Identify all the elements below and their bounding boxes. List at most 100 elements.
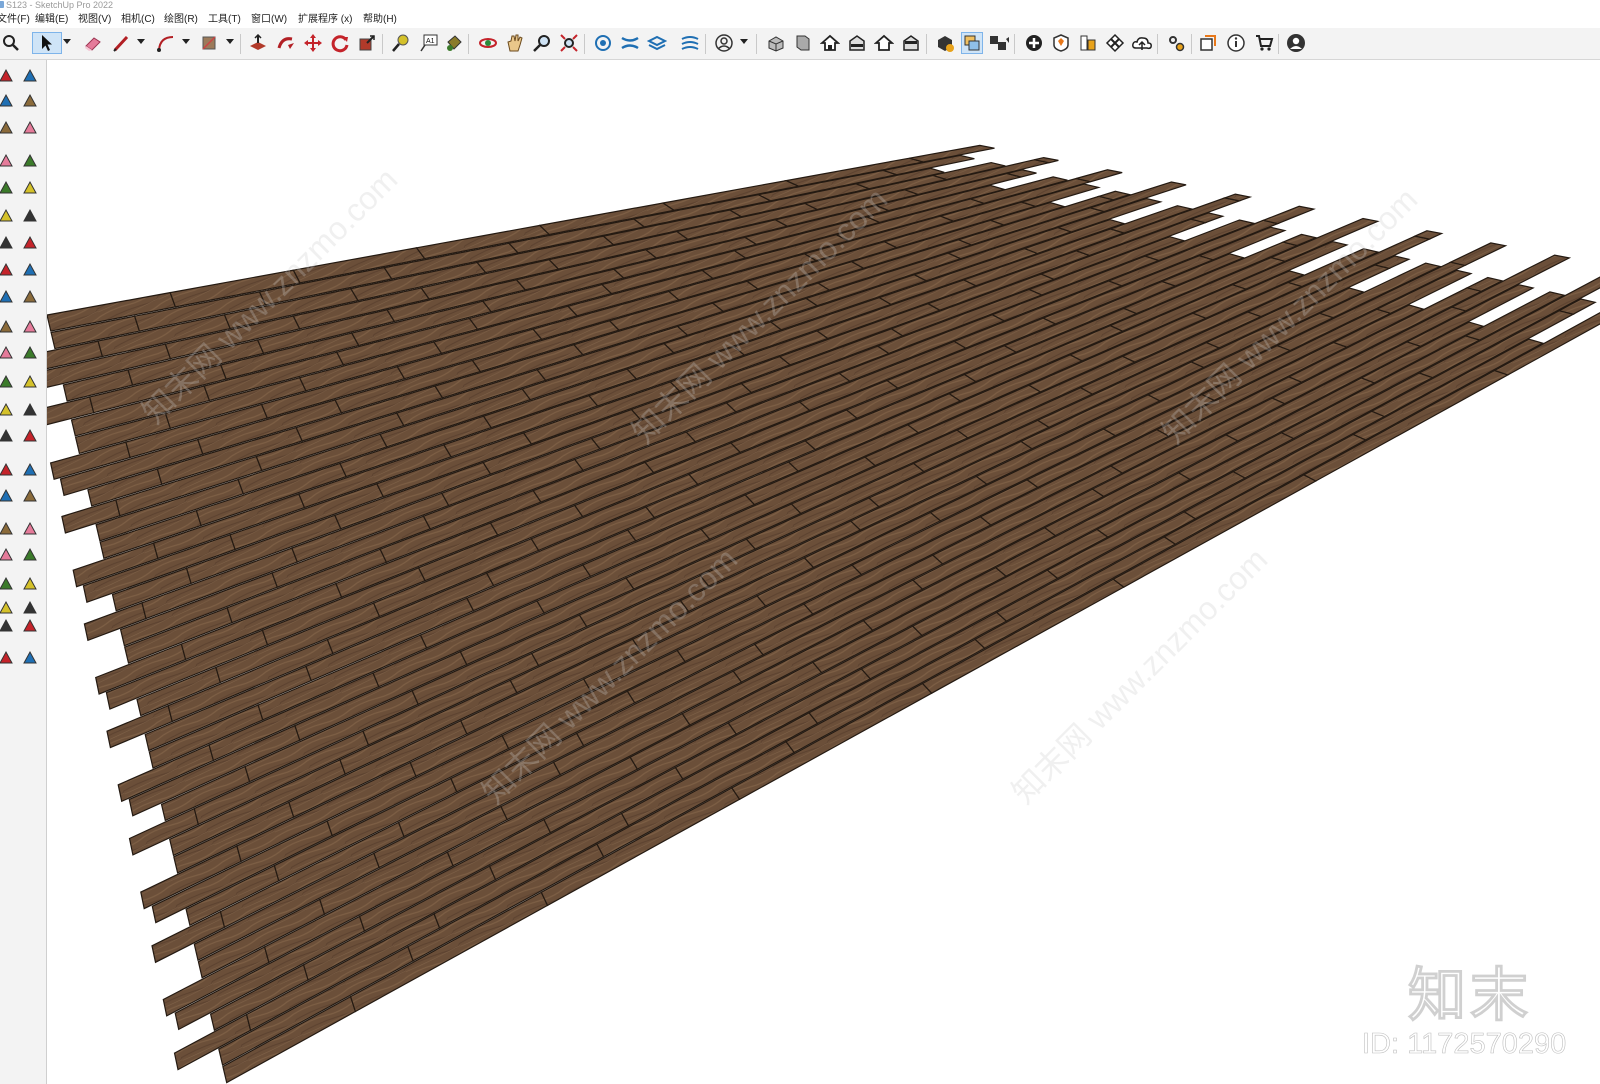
left-polygon-icon[interactable] <box>20 206 40 226</box>
left-position-camera-icon[interactable] <box>0 545 16 565</box>
warehouse-icon[interactable] <box>1050 32 1072 54</box>
user-icon[interactable] <box>1285 32 1307 54</box>
menu-draw[interactable]: 绘图(R) <box>164 13 198 27</box>
left-previous-view-icon[interactable] <box>20 519 40 539</box>
pan-icon[interactable] <box>504 32 526 54</box>
left-protractor-icon[interactable] <box>0 400 16 420</box>
add-location-icon[interactable] <box>1023 32 1045 54</box>
eraser-icon[interactable] <box>82 32 104 54</box>
left-pan-icon[interactable] <box>20 460 40 480</box>
arc-dropdown-icon[interactable] <box>182 39 190 44</box>
select-dropdown-icon[interactable] <box>63 39 71 44</box>
left-orbit-icon[interactable] <box>0 460 16 480</box>
left-orbit-icon[interactable] <box>20 66 40 86</box>
text-icon[interactable]: A1 <box>418 32 440 54</box>
front-view-icon[interactable] <box>792 32 814 54</box>
left-walk-icon[interactable] <box>0 574 16 594</box>
left-view-icon[interactable] <box>900 32 922 54</box>
left-dimension-icon[interactable] <box>20 372 40 392</box>
left-push-pull-icon[interactable] <box>20 287 40 307</box>
menu-window[interactable]: 窗口(W) <box>251 13 287 27</box>
sandbox-smoove-icon[interactable] <box>619 32 641 54</box>
menu-tools[interactable]: 工具(T) <box>208 13 241 27</box>
left-follow-me-icon[interactable] <box>20 317 40 337</box>
section-display-icon[interactable] <box>988 32 1010 54</box>
left-text-icon[interactable] <box>20 400 40 420</box>
section-plane-icon[interactable] <box>961 32 983 54</box>
left-select-icon[interactable] <box>0 648 16 668</box>
left-three-point-arc-icon[interactable] <box>20 260 40 280</box>
left-sandbox-stamp-icon[interactable] <box>0 616 16 636</box>
left-two-point-arc-icon[interactable] <box>20 233 40 253</box>
left-3d-text-icon[interactable] <box>20 426 40 446</box>
left-pie-icon[interactable] <box>0 260 16 280</box>
left-eraser-icon[interactable] <box>20 91 40 111</box>
left-line-icon[interactable] <box>0 151 16 171</box>
left-move-icon[interactable] <box>0 287 16 307</box>
settings-icon[interactable] <box>1165 32 1187 54</box>
follow-me-icon[interactable] <box>275 32 297 54</box>
account-dropdown-icon[interactable] <box>740 39 748 44</box>
cloud-icon[interactable] <box>1131 32 1153 54</box>
left-paint-bucket-icon[interactable] <box>0 118 16 138</box>
left-look-around-icon[interactable] <box>20 545 40 565</box>
menu-help[interactable]: 帮助(H) <box>363 13 397 27</box>
scale-icon[interactable] <box>356 32 378 54</box>
extension-warehouse-icon[interactable] <box>1077 32 1099 54</box>
line-icon[interactable] <box>110 32 132 54</box>
orbit-icon[interactable] <box>477 32 499 54</box>
left-freehand-icon[interactable] <box>20 151 40 171</box>
sandbox-stamp-icon[interactable] <box>646 32 668 54</box>
tape-measure-icon[interactable] <box>390 32 412 54</box>
account-icon[interactable] <box>713 32 735 54</box>
rectangle-icon[interactable] <box>198 32 220 54</box>
menu-edit[interactable]: 编辑(E) <box>35 13 68 27</box>
left-zoom-icon[interactable] <box>0 486 16 506</box>
layout-icon[interactable] <box>1197 32 1219 54</box>
component-icon[interactable] <box>934 32 956 54</box>
left-select-icon[interactable] <box>0 66 16 86</box>
zoom-tool-icon[interactable] <box>531 32 553 54</box>
cart-icon[interactable] <box>1253 32 1275 54</box>
arc-icon[interactable] <box>155 32 177 54</box>
menu-extensions[interactable]: 扩展程序 (x) <box>298 13 352 27</box>
menu-view[interactable]: 视图(V) <box>78 13 111 27</box>
paint-bucket-icon[interactable] <box>443 32 465 54</box>
left-scale-icon[interactable] <box>0 343 16 363</box>
left-component-icon[interactable] <box>0 91 16 111</box>
left-sandbox-icon[interactable] <box>0 598 16 618</box>
left-tape-measure-icon[interactable] <box>20 118 40 138</box>
left-rectangle-icon[interactable] <box>0 178 16 198</box>
back-view-icon[interactable] <box>873 32 895 54</box>
left-rotate-icon[interactable] <box>0 317 16 337</box>
iso-view-icon[interactable] <box>765 32 787 54</box>
left-arc-icon[interactable] <box>0 233 16 253</box>
left-offset-icon[interactable] <box>20 343 40 363</box>
right-view-icon[interactable] <box>846 32 868 54</box>
move-icon[interactable] <box>302 32 324 54</box>
line-dropdown-icon[interactable] <box>137 39 145 44</box>
menu-camera[interactable]: 相机(C) <box>121 13 155 27</box>
zoom-extents-icon[interactable] <box>558 32 580 54</box>
sandbox-icon[interactable] <box>592 32 614 54</box>
left-zoom-window-icon[interactable] <box>20 486 40 506</box>
left-tape-measure-icon[interactable] <box>0 372 16 392</box>
select-icon[interactable] <box>32 32 62 54</box>
left-sandbox-smoove-icon[interactable] <box>20 598 40 618</box>
info-icon[interactable] <box>1225 32 1247 54</box>
left-rotated-rectangle-icon[interactable] <box>20 178 40 198</box>
sandbox-drape-icon[interactable] <box>679 32 701 54</box>
left-axes-icon[interactable] <box>0 426 16 446</box>
left-sandbox-drape-icon[interactable] <box>20 616 40 636</box>
home-icon[interactable] <box>819 32 841 54</box>
zoom-icon[interactable] <box>0 32 22 54</box>
left-zoom-extents-icon[interactable] <box>0 519 16 539</box>
left-circle-icon[interactable] <box>0 206 16 226</box>
style-builder-icon[interactable] <box>1104 32 1126 54</box>
rotate-icon[interactable] <box>329 32 351 54</box>
menu-file[interactable]: 文件(F) <box>0 13 30 27</box>
push-pull-icon[interactable] <box>247 32 269 54</box>
rectangle-dropdown-icon[interactable] <box>226 39 234 44</box>
left-orbit-icon[interactable] <box>20 648 40 668</box>
left-section-plane-icon[interactable] <box>20 574 40 594</box>
